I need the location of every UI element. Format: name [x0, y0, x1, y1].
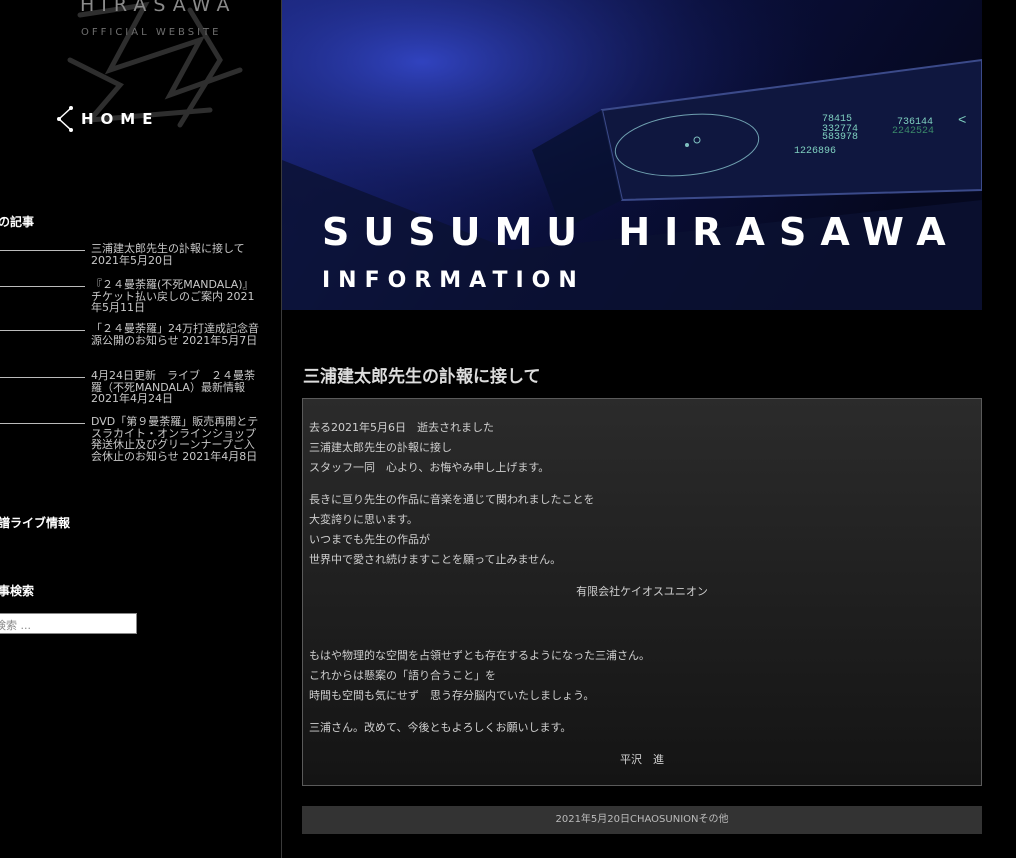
- screen-number: <: [958, 113, 966, 129]
- hero-subtitle: INFORMATION: [322, 268, 585, 293]
- home-label: HOME: [81, 110, 160, 128]
- recent-post-link[interactable]: 三浦建太郎先生の訃報に接して 2021年5月20日: [91, 243, 263, 266]
- right-margin: [982, 0, 1016, 858]
- post-line: 時間も空間も気にせず 思う存分脳内でいたしましょう。: [309, 689, 595, 702]
- divider: [0, 377, 85, 378]
- screen-number: 583978: [822, 132, 858, 143]
- divider: [0, 330, 85, 331]
- hero-banner: 78415 332774 583978 736144 2242524 12268…: [282, 0, 982, 310]
- home-link[interactable]: HOME: [55, 106, 159, 132]
- divider: [0, 423, 85, 424]
- company-signature: 有限会社ケイオスユニオン: [576, 585, 708, 598]
- post-line: いつまでも先生の作品が: [309, 533, 430, 546]
- recent-post-link[interactable]: 4月24日更新 ライブ ２４曼荼羅（不死MANDALA）最新情報 2021年4月…: [91, 370, 263, 405]
- hero-background: 78415 332774 583978 736144 2242524 12268…: [282, 0, 982, 310]
- live-info-title: 新譜ライブ情報: [0, 516, 71, 530]
- author-signature: 平沢 進: [620, 753, 664, 766]
- sidebar: HIRASAWA OFFICIAL WEBSITE HOME 近の記事 三浦建太…: [0, 0, 282, 858]
- screen-number: 1226896: [794, 146, 836, 157]
- site-subtitle: OFFICIAL WEBSITE: [81, 27, 222, 38]
- post-line: 大変誇りに思います。: [309, 513, 418, 526]
- recent-post-link[interactable]: 『２４曼荼羅(不死MANDALA)』チケット払い戻しのご案内 2021年5月11…: [91, 279, 263, 314]
- post-line: 三浦建太郎先生の訃報に接し: [309, 441, 452, 454]
- post-line: 去る2021年5月6日 逝去されました: [309, 421, 494, 434]
- post-title: 三浦建太郎先生の訃報に接して: [303, 367, 541, 387]
- post-meta[interactable]: 2021年5月20日CHAOSUNIONその他: [302, 806, 982, 834]
- post-line: スタッフ一同 心より、お悔やみ申し上げます。: [309, 461, 550, 474]
- recent-post-link[interactable]: DVD「第９曼荼羅」販売再開とテスラカイト・オンラインショップ発送休止及びグリー…: [91, 416, 263, 462]
- divider: [0, 286, 85, 287]
- hero-title: SUSUMU HIRASAWA: [322, 210, 960, 254]
- recent-post-link[interactable]: 「２４曼荼羅」24万打達成記念音源公開のお知らせ 2021年5月7日: [91, 323, 263, 346]
- screen-number: 2242524: [892, 126, 934, 137]
- post-line: これからは懸案の「語り合うこと」を: [309, 669, 496, 682]
- post-content: 去る2021年5月6日 逝去されました 三浦建太郎先生の訃報に接し スタッフ一同…: [302, 398, 982, 786]
- recent-posts-title: 近の記事: [0, 215, 35, 229]
- divider: [0, 250, 85, 251]
- post-line: 長きに亘り先生の作品に音楽を通じて関われましたことを: [309, 493, 595, 506]
- site-name: HIRASAWA: [80, 0, 237, 16]
- search-title: 記事検索: [0, 584, 35, 598]
- post-line: もはや物理的な空間を占領せずとも存在するようになった三浦さん。: [309, 649, 650, 662]
- post-line: 三浦さん。改めて、今後ともよろしくお願いします。: [309, 721, 572, 734]
- search-input[interactable]: 検索 ...: [0, 613, 137, 634]
- post-line: 世界中で愛され続けますことを願って止みません。: [309, 553, 562, 566]
- share-icon: [57, 106, 73, 132]
